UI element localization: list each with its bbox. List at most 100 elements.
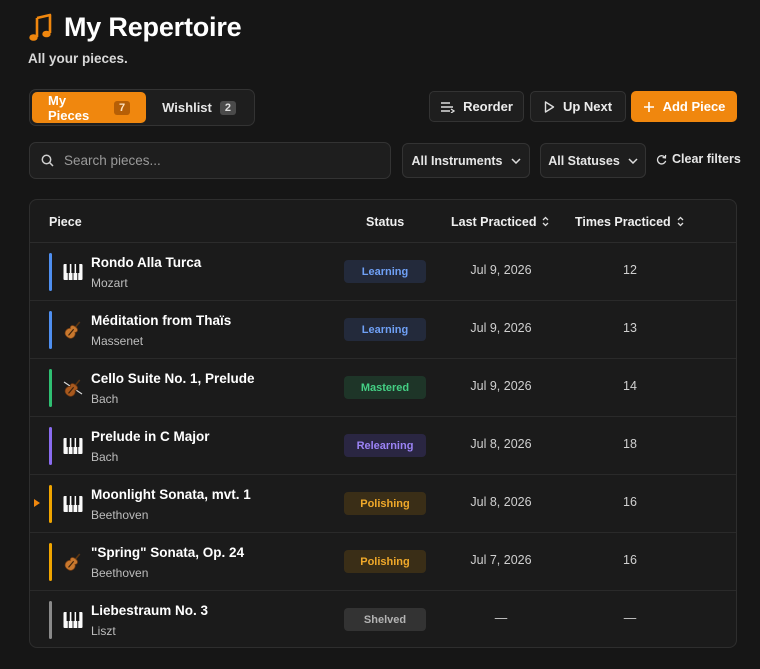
status-badge: Polishing — [344, 492, 426, 515]
reorder-button[interactable]: Reorder — [429, 91, 524, 122]
last-practiced-date: Jul 9, 2026 — [470, 379, 532, 393]
chevron-down-icon — [628, 157, 638, 164]
add-piece-label: Add Piece — [662, 99, 726, 114]
piece-composer: Bach — [91, 392, 119, 406]
status-accent-bar — [49, 253, 52, 291]
page-header: My Repertoire All your pieces. — [28, 12, 242, 66]
last-practiced-date: — — [494, 611, 508, 625]
last-practiced-date: Jul 7, 2026 — [470, 553, 532, 567]
current-piece-marker-icon — [34, 499, 40, 507]
cello-icon — [62, 377, 84, 399]
times-practiced-count: 18 — [623, 437, 637, 451]
piece-composer: Liszt — [91, 624, 116, 638]
piano-icon — [62, 435, 84, 457]
last-practiced-date: Jul 8, 2026 — [470, 437, 532, 451]
reorder-label: Reorder — [463, 99, 513, 114]
title-row: My Repertoire — [28, 12, 242, 43]
piano-icon — [62, 261, 84, 283]
up-next-button[interactable]: Up Next — [530, 91, 626, 122]
tab-label: My Pieces — [48, 92, 90, 123]
table-row[interactable]: Moonlight Sonata, mvt. 1 Beethoven Polishi… — [30, 475, 736, 533]
search-box — [29, 142, 391, 179]
status-accent-bar — [49, 485, 52, 523]
page-title: My Repertoire — [64, 12, 242, 42]
page-subtitle: All your pieces. — [28, 51, 128, 66]
clear-filters-button[interactable]: Clear filters — [656, 152, 741, 166]
table-row[interactable]: Rondo Alla Turca Mozart Learning Jul 9, 202… — [30, 243, 736, 301]
tab-wishlist[interactable]: Wishlist 2 — [146, 92, 252, 123]
times-practiced-count: 16 — [623, 495, 637, 509]
status-accent-bar — [49, 543, 52, 581]
status-filter-select[interactable]: All Statuses — [540, 143, 646, 178]
column-header-times-practiced[interactable]: Times Practiced — [575, 200, 684, 243]
piece-title: Liebestraum No. 3 — [91, 603, 209, 618]
sort-icon — [543, 216, 549, 227]
piece-title: "Spring" Sonata, Op. 24 — [91, 545, 245, 560]
times-practiced-count: 14 — [623, 379, 637, 393]
table-header: Piece Status Last Practiced Times Practi… — [30, 200, 736, 243]
tab-count-badge: 7 — [114, 100, 131, 115]
status-accent-bar — [49, 311, 52, 349]
times-practiced-count: 12 — [623, 263, 637, 277]
table-row[interactable]: Liebestraum No. 3 Liszt Shelved — — — [30, 591, 736, 647]
times-practiced-count: 16 — [623, 553, 637, 567]
last-practiced-date: Jul 8, 2026 — [470, 495, 532, 509]
column-header-status: Status — [366, 200, 404, 243]
sort-icon — [677, 216, 684, 227]
status-accent-bar — [49, 427, 52, 465]
violin-icon — [62, 551, 84, 573]
status-filter-label: All Statuses — [548, 153, 620, 168]
column-header-label: Piece — [49, 214, 82, 229]
instrument-filter-select[interactable]: All Instruments — [402, 143, 530, 178]
column-header-last-practiced[interactable]: Last Practiced — [451, 200, 549, 243]
piano-icon — [62, 609, 84, 631]
plus-icon — [643, 101, 654, 112]
piece-title: Moonlight Sonata, mvt. 1 — [91, 487, 251, 502]
table-row[interactable]: "Spring" Sonata, Op. 24 Beethoven Polishin… — [30, 533, 736, 591]
column-header-label: Times Practiced — [575, 214, 671, 229]
piece-composer: Massenet — [91, 334, 144, 348]
clear-filters-label: Clear filters — [672, 152, 741, 166]
reorder-icon — [441, 101, 456, 113]
instrument-filter-label: All Instruments — [411, 153, 503, 168]
status-badge: Shelved — [344, 608, 426, 631]
table-row[interactable]: Cello Suite No. 1, Prelude Bach Mastered Ju… — [30, 359, 736, 417]
piece-composer: Bach — [91, 450, 119, 464]
violin-icon — [62, 319, 84, 341]
status-accent-bar — [49, 601, 52, 639]
view-tabs: My Pieces 7 Wishlist 2 — [29, 89, 255, 126]
last-practiced-date: Jul 9, 2026 — [470, 263, 532, 277]
column-header-piece: Piece — [49, 200, 82, 243]
piano-icon — [62, 493, 84, 515]
status-accent-bar — [49, 369, 52, 407]
piece-title: Rondo Alla Turca — [91, 255, 202, 270]
table-row[interactable]: Méditation from Thaïs Massenet Learning Jul… — [30, 301, 736, 359]
search-input[interactable] — [64, 153, 364, 168]
tab-my-pieces[interactable]: My Pieces 7 — [32, 92, 147, 123]
tab-label: Wishlist — [162, 100, 212, 115]
times-practiced-count: 13 — [623, 321, 637, 335]
music-note-icon — [29, 13, 52, 41]
chevron-down-icon — [510, 157, 521, 164]
piece-title: Méditation from Thaïs — [91, 313, 232, 328]
piece-composer: Mozart — [91, 276, 128, 290]
repertoire-table: Piece Status Last Practiced Times Practi… — [29, 199, 737, 648]
up-next-label: Up Next — [562, 99, 613, 114]
piece-composer: Beethoven — [91, 566, 149, 580]
refresh-icon — [656, 154, 667, 165]
column-header-label: Status — [366, 214, 405, 229]
status-badge: Relearning — [344, 434, 426, 457]
last-practiced-date: Jul 9, 2026 — [470, 321, 532, 335]
status-badge: Learning — [344, 260, 426, 283]
piece-title: Prelude in C Major — [91, 429, 210, 444]
add-piece-button[interactable]: Add Piece — [631, 91, 737, 122]
piece-composer: Beethoven — [91, 508, 149, 522]
table-body: Rondo Alla Turca Mozart Learning Jul 9, 202… — [30, 243, 736, 647]
table-row[interactable]: Prelude in C Major Bach Relearning Jul 8, 2… — [30, 417, 736, 475]
status-badge: Polishing — [344, 550, 426, 573]
times-practiced-count: — — [623, 611, 637, 625]
play-icon — [544, 100, 555, 113]
status-badge: Learning — [344, 318, 426, 341]
search-icon — [41, 154, 54, 167]
tab-count-badge: 2 — [219, 100, 236, 115]
